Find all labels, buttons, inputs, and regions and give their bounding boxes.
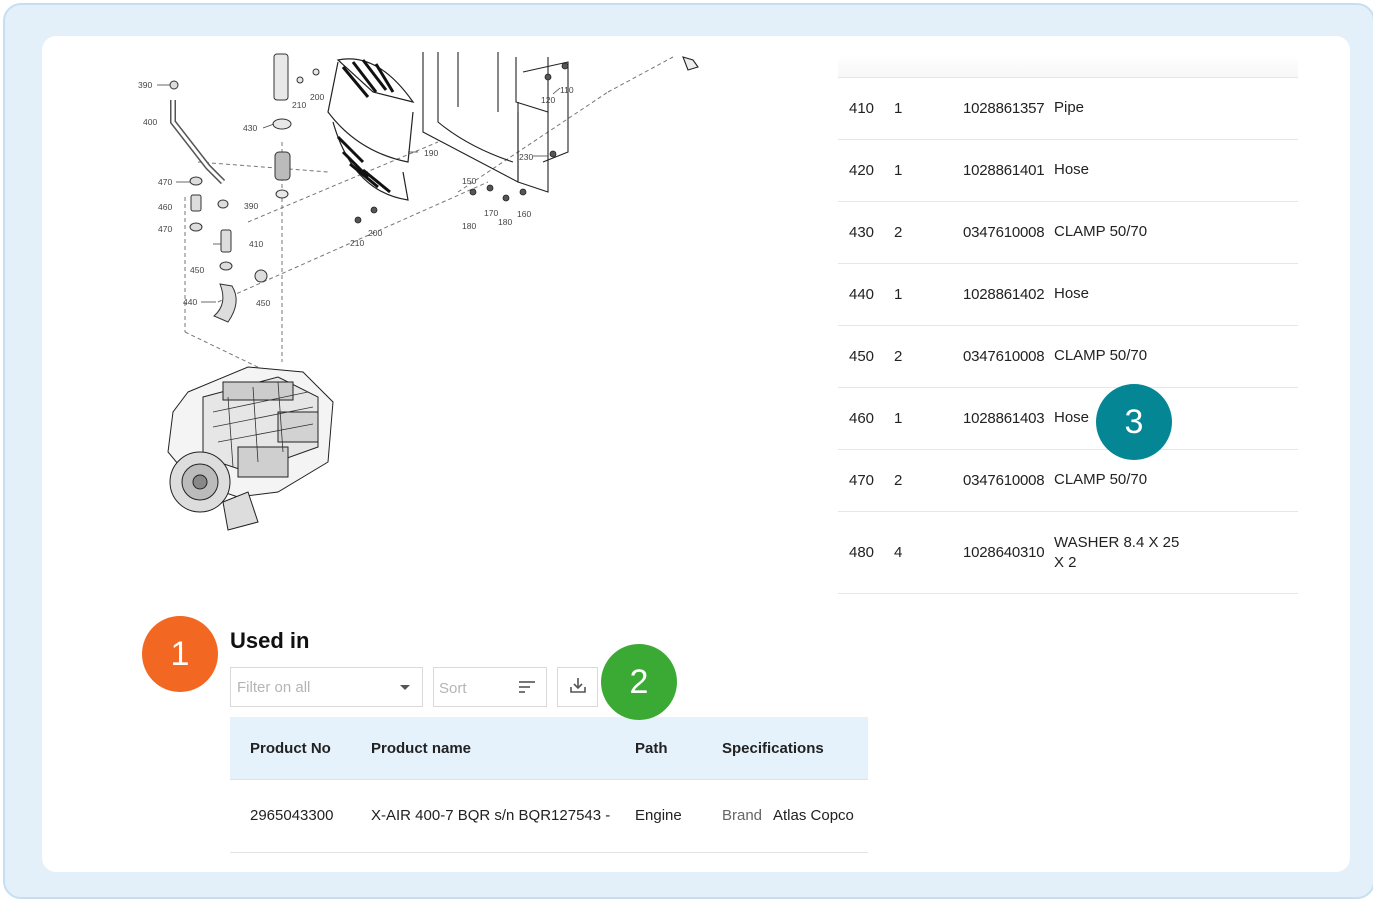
callout-badge-3: 3: [1096, 384, 1172, 460]
drawing-label: 460: [158, 202, 172, 212]
drawing-label: 400: [143, 117, 157, 127]
drawing-label: 200: [368, 228, 382, 238]
part-description: WASHER 8.4 X 25 X 2: [1054, 534, 1180, 571]
part-quantity: 4: [894, 544, 903, 561]
parts-row[interactable]: 450 2 0347610008 CLAMP 50/70: [838, 326, 1298, 388]
drawing-label: 450: [256, 298, 270, 308]
part-quantity: 1: [894, 100, 903, 117]
part-description: Hose: [1054, 161, 1090, 178]
drawing-label: 170: [484, 208, 498, 218]
part-position: 480: [849, 544, 875, 561]
column-header-product-no[interactable]: Product No: [250, 740, 331, 757]
drawing-label: 210: [350, 238, 364, 248]
part-number: 1028861403: [963, 410, 1045, 427]
parts-row[interactable]: 420 1 1028861401 Hose: [838, 140, 1298, 202]
part-quantity: 2: [894, 472, 903, 489]
part-number: 0347610008: [963, 348, 1045, 365]
part-position: 410: [849, 100, 875, 117]
part-description: Hose: [1054, 285, 1090, 302]
exploded-parts-drawing: 390 400 470 460 470 450 440 450 410 390 …: [128, 52, 740, 542]
sort-dropdown[interactable]: Sort: [433, 667, 547, 707]
spec-value: Atlas Copco: [773, 807, 854, 824]
drawing-label: 390: [138, 80, 152, 90]
used-in-table-header: Product No Product name Path Specificati…: [230, 717, 868, 780]
filter-dropdown[interactable]: Filter on all: [230, 667, 423, 707]
used-in-heading: Used in: [230, 628, 310, 653]
parts-row[interactable]: 460 1 1028861403 Hose: [838, 388, 1298, 450]
part-position: 440: [849, 286, 875, 303]
download-button[interactable]: [557, 667, 598, 707]
part-quantity: 2: [894, 348, 903, 365]
drawing-label: 410: [249, 239, 263, 249]
parts-row[interactable]: 430 2 0347610008 CLAMP 50/70: [838, 202, 1298, 264]
table-row[interactable]: 2965043300 X-AIR 400-7 BQR s/n BQR127543…: [230, 780, 868, 853]
column-header-specifications[interactable]: Specifications: [722, 740, 824, 757]
drawing-label: 430: [243, 123, 257, 133]
part-description: CLAMP 50/70: [1054, 347, 1148, 364]
chevron-down-icon: [400, 685, 410, 690]
part-number: 0347610008: [963, 472, 1045, 489]
filter-placeholder: Filter on all: [237, 679, 311, 696]
drawing-label: 440: [183, 297, 197, 307]
used-in-table: Product No Product name Path Specificati…: [230, 717, 868, 853]
parts-row[interactable]: 440 1 1028861402 Hose: [838, 264, 1298, 326]
drawing-label: 470: [158, 177, 172, 187]
part-number: 1028861402: [963, 286, 1045, 303]
part-quantity: 1: [894, 162, 903, 179]
part-description: Pipe: [1054, 99, 1085, 116]
download-icon: [569, 676, 587, 699]
part-position: 450: [849, 348, 875, 365]
drawing-label: 200: [310, 92, 324, 102]
column-header-path[interactable]: Path: [635, 740, 668, 757]
drawing-label: 110: [560, 85, 574, 95]
drawing-label: 120: [541, 95, 555, 105]
drawing-label: 150: [462, 176, 476, 186]
drawing-label: 390: [244, 201, 258, 211]
part-quantity: 2: [894, 224, 903, 241]
drawing-label: 230: [519, 152, 533, 162]
part-number: 0347610008: [963, 224, 1045, 241]
drawing-label: 470: [158, 224, 172, 234]
parts-row[interactable]: 470 2 0347610008 CLAMP 50/70: [838, 450, 1298, 512]
drawing-label: 450: [190, 265, 204, 275]
drawing-label: 160: [517, 209, 531, 219]
path-cell: Engine: [635, 807, 682, 824]
drawing-label: 210: [292, 100, 306, 110]
part-position: 470: [849, 472, 875, 489]
part-position: 420: [849, 162, 875, 179]
parts-row[interactable]: 480 4 1028640310 WASHER 8.4 X 25 X 2: [838, 512, 1298, 594]
callout-badge-1: 1: [142, 616, 218, 692]
sort-placeholder: Sort: [439, 680, 467, 697]
part-number: 1028861401: [963, 162, 1045, 179]
parts-list-header: [838, 54, 1298, 78]
drawing-label: 180: [462, 221, 476, 231]
product-number-cell[interactable]: 2965043300: [250, 807, 333, 824]
drawing-label: 180: [498, 217, 512, 227]
part-number: 1028861357: [963, 100, 1045, 117]
part-position: 460: [849, 410, 875, 427]
drawing-label: 190: [424, 148, 438, 158]
sort-icon: [518, 680, 536, 699]
part-position: 430: [849, 224, 875, 241]
part-quantity: 1: [894, 286, 903, 303]
product-name-cell[interactable]: X-AIR 400-7 BQR s/n BQR127543 -: [371, 807, 610, 824]
column-header-product-name[interactable]: Product name: [371, 740, 471, 757]
part-quantity: 1: [894, 410, 903, 427]
part-description: CLAMP 50/70: [1054, 471, 1148, 488]
part-number: 1028640310: [963, 544, 1045, 561]
callout-badge-2: 2: [601, 644, 677, 720]
parts-row[interactable]: 410 1 1028861357 Pipe: [838, 78, 1298, 140]
spec-key: Brand: [722, 807, 763, 824]
parts-list-table: 410 1 1028861357 Pipe 420 1 1028861401 H…: [838, 54, 1298, 594]
part-description: CLAMP 50/70: [1054, 223, 1148, 240]
